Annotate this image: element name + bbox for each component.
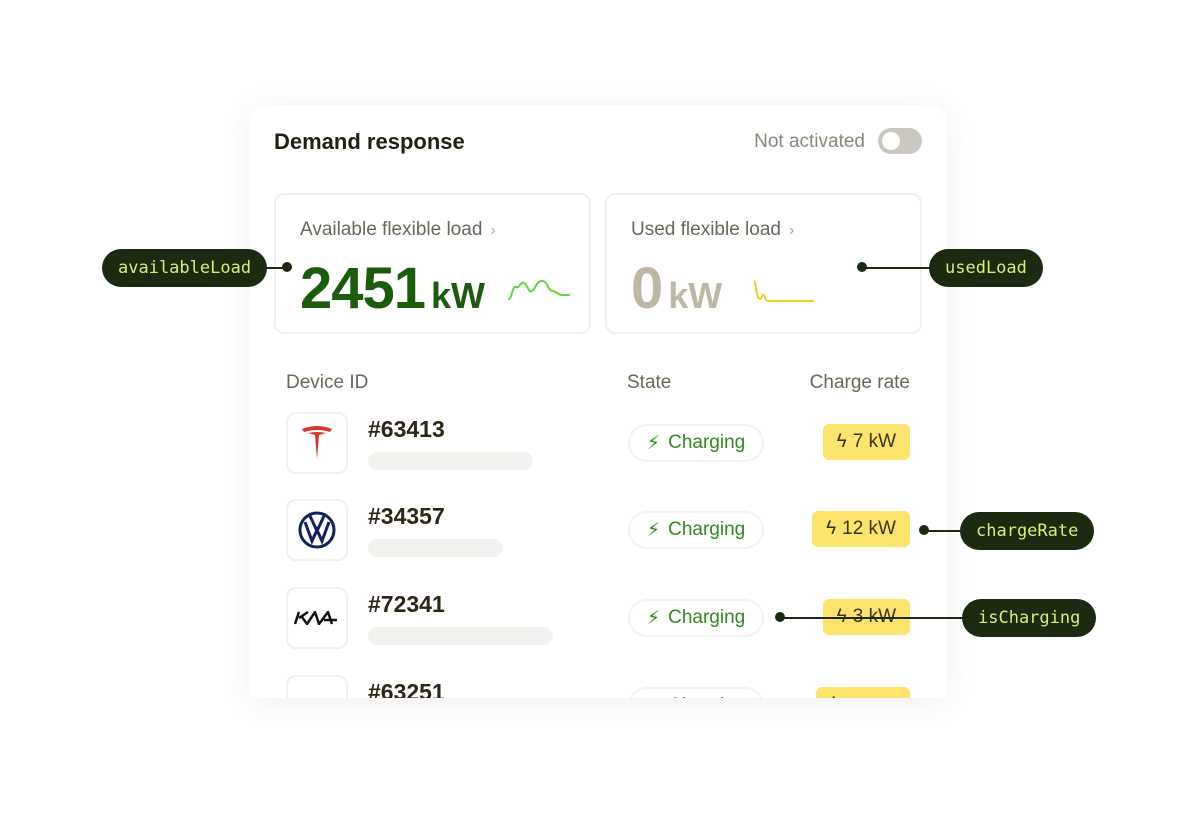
column-header-device-id: Device ID xyxy=(286,372,369,393)
audi-logo xyxy=(286,675,348,698)
plug-icon: ⚡︎ xyxy=(646,607,661,629)
table-row[interactable]: #34357 ⚡︎ Charging ϟ 12 kW xyxy=(286,499,910,563)
device-id: #72341 xyxy=(368,591,445,617)
charging-state-badge: ⚡︎Charging xyxy=(628,424,764,462)
charge-rate-badge: ϟ xyxy=(816,687,910,698)
table-row[interactable]: #72341 ⚡︎Charging ϟ3 kW xyxy=(286,587,910,651)
lightning-icon: ϟ xyxy=(836,431,847,452)
activation-toggle[interactable] xyxy=(878,128,922,154)
activation-status: Not activated xyxy=(754,131,865,152)
annotation-dot xyxy=(775,612,785,622)
used-load-card[interactable]: Used flexible load › 0 kW xyxy=(605,193,922,334)
column-header-state: State xyxy=(627,372,672,393)
plug-icon: ⚡︎ xyxy=(647,695,660,699)
used-load-sparkline xyxy=(753,280,814,302)
available-load-value: 2451 kW xyxy=(300,256,486,321)
card-title: Demand response xyxy=(274,129,465,154)
metric-label: Used flexible load xyxy=(631,219,781,240)
available-load-card[interactable]: Available flexible load › 2451 kW xyxy=(274,193,591,334)
annotation-available-load: availableLoad xyxy=(102,249,268,287)
kia-logo xyxy=(286,587,348,649)
plug-icon: ⚡︎ xyxy=(646,432,661,454)
placeholder-bar xyxy=(368,539,503,557)
lightning-icon: ϟ xyxy=(830,694,840,698)
metric-label: Available flexible load xyxy=(300,219,483,240)
lightning-icon: ϟ xyxy=(826,518,837,539)
used-load-value: 0 kW xyxy=(631,256,723,321)
column-header-charge-rate: Charge rate xyxy=(809,372,910,393)
charge-rate-badge: ϟ7 kW xyxy=(822,424,910,460)
annotation-dot xyxy=(919,525,929,535)
annotation-connector xyxy=(862,267,932,269)
charge-rate-badge: ϟ 12 kW xyxy=(812,511,910,547)
annotation-charge-rate: chargeRate xyxy=(960,512,1095,550)
table-row[interactable]: #63251 ⚡︎Charging ϟ xyxy=(286,675,910,698)
plug-icon: ⚡︎ xyxy=(646,519,661,541)
annotation-connector xyxy=(924,530,964,532)
placeholder-bar xyxy=(368,627,553,645)
volkswagen-logo xyxy=(286,499,348,561)
device-id: #63251 xyxy=(368,679,445,698)
annotation-used-load: usedLoad xyxy=(929,249,1043,287)
demand-response-card: Demand response Not activated Available … xyxy=(250,105,947,698)
annotation-is-charging: isCharging xyxy=(962,599,1097,637)
device-id: #63413 xyxy=(368,416,445,442)
annotation-connector xyxy=(780,617,965,619)
annotation-dot xyxy=(857,262,867,272)
chevron-right-icon: › xyxy=(490,222,496,239)
tesla-logo xyxy=(286,412,348,474)
table-row[interactable]: #63413 ⚡︎ Charging ϟ7 kW xyxy=(286,412,910,476)
available-load-sparkline xyxy=(507,279,570,301)
charging-state-badge: ⚡︎Charging xyxy=(628,599,764,637)
charging-state-badge: ⚡︎Charging xyxy=(628,511,764,549)
device-id: #34357 xyxy=(368,503,445,529)
charging-state-badge: ⚡︎Charging xyxy=(628,687,764,698)
chevron-right-icon: › xyxy=(788,222,795,239)
annotation-dot xyxy=(282,262,292,272)
placeholder-bar xyxy=(368,452,533,470)
